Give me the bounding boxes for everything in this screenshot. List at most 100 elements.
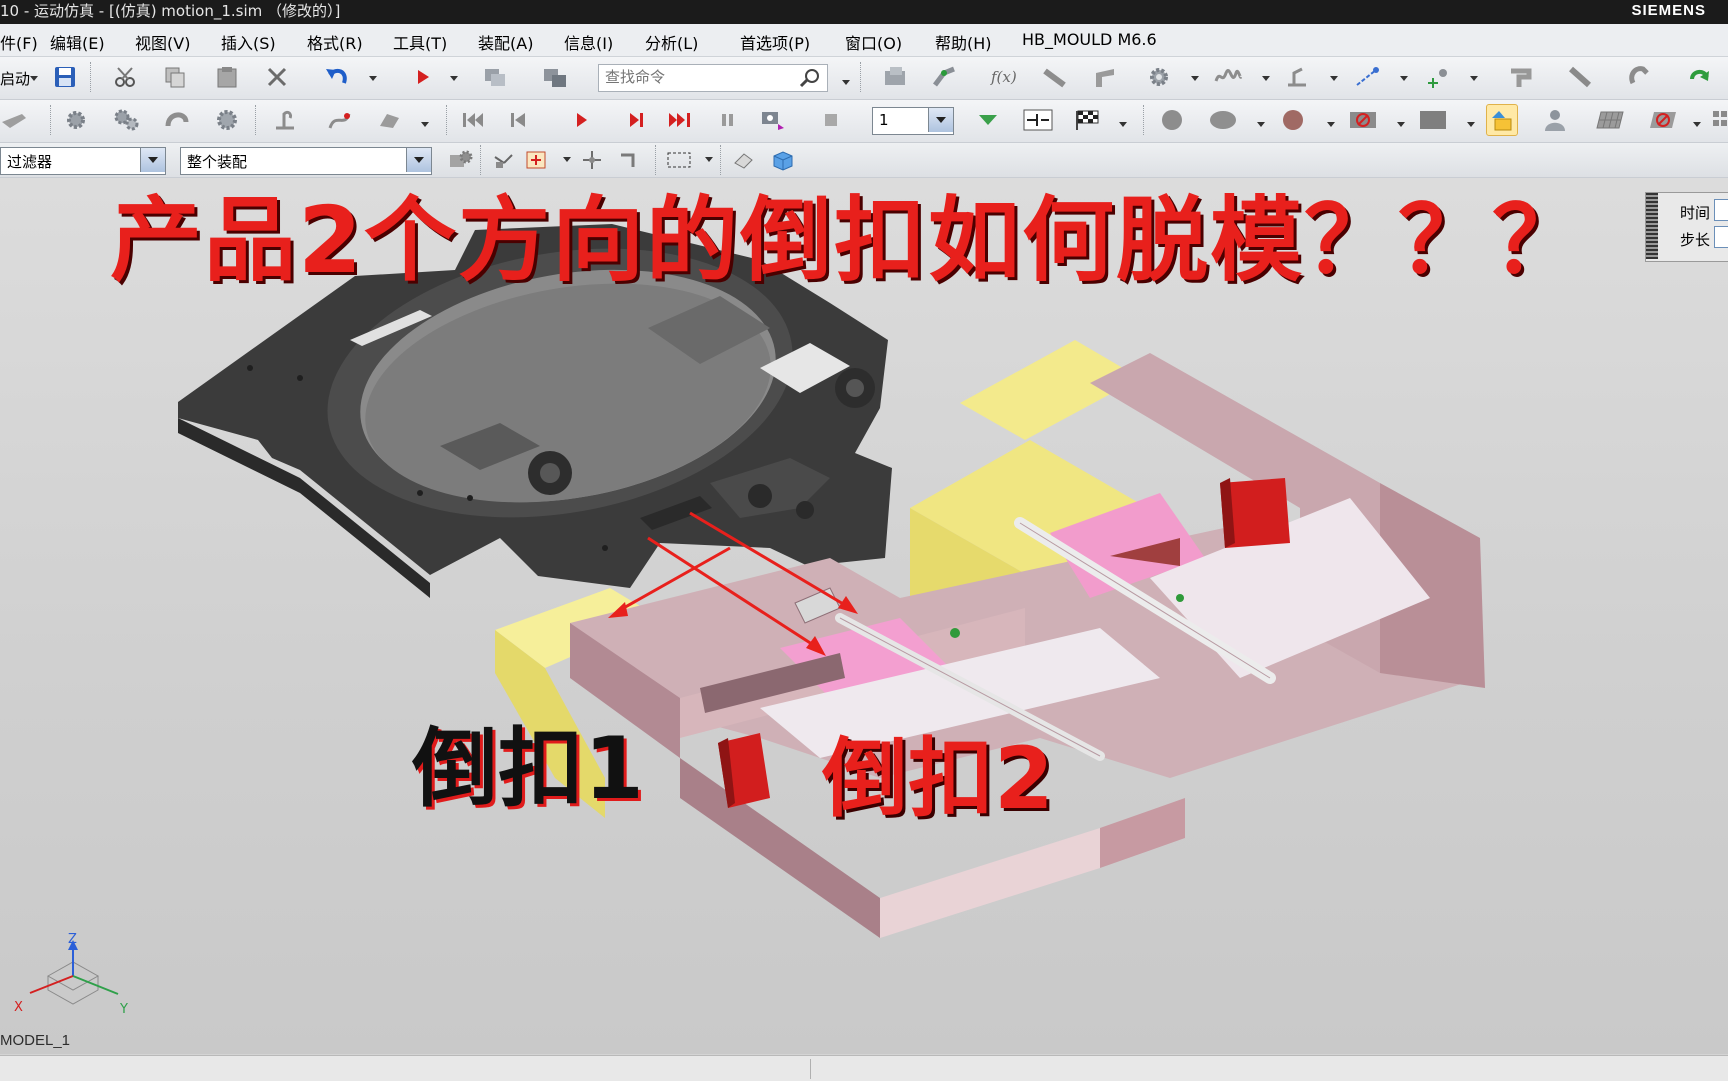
chevron-down-icon[interactable] [705,157,713,162]
chevron-down-icon[interactable] [1330,76,1338,81]
grid-plane-icon[interactable] [1595,105,1625,135]
view-triad[interactable] [29,940,119,1005]
graphics-window[interactable]: Z X Y 时间 步长 [0,178,1728,1054]
chevron-down-icon[interactable] [369,76,377,81]
step-select[interactable]: 1 [872,107,954,135]
chevron-down-icon[interactable] [1257,122,1265,127]
hide-plane-icon[interactable] [1648,105,1678,135]
menu-format[interactable]: 格式(R) [307,30,363,54]
menu-view[interactable]: 视图(V) [135,30,190,54]
chevron-down-icon[interactable] [1191,76,1199,81]
undo-icon[interactable] [322,62,352,92]
joint-icon[interactable] [930,62,960,92]
chevron-down-icon[interactable] [1693,122,1701,127]
gear-settings-icon[interactable] [212,105,242,135]
step-mode-icon[interactable] [1023,105,1053,135]
cam-icon[interactable] [162,105,192,135]
menu-bar: 件(F) 编辑(E) 视图(V) 插入(S) 格式(R) 工具(T) 装配(A)… [0,24,1728,57]
box-icon[interactable] [1418,105,1448,135]
chevron-down-icon[interactable] [1467,122,1475,127]
rotate-icon[interactable] [1625,62,1655,92]
menu-window[interactable]: 窗口(O) [845,30,902,54]
menu-insert[interactable]: 插入(S) [221,30,276,54]
chevron-down-icon[interactable] [563,157,571,162]
gear-icon[interactable] [1145,62,1175,92]
checkered-flag-icon[interactable] [1073,105,1103,135]
packaging-icon[interactable] [375,105,405,135]
play-icon[interactable] [566,105,596,135]
step-forward-icon[interactable] [621,105,651,135]
rewind-to-start-icon[interactable] [458,105,488,135]
chevron-down-icon[interactable] [30,76,38,81]
no-shade-icon[interactable] [1348,105,1378,135]
chevron-down-icon[interactable] [421,122,429,127]
chevron-down-icon[interactable] [1400,76,1408,81]
trace-icon[interactable] [270,105,300,135]
menu-help[interactable]: 帮助(H) [935,30,992,54]
menu-edit[interactable]: 编辑(E) [50,30,105,54]
copy-icon[interactable] [160,62,190,92]
user-icon[interactable] [1540,105,1570,135]
time-field[interactable] [1714,199,1728,221]
triangle-down-icon[interactable] [973,105,1003,135]
step-length-field[interactable] [1714,226,1728,248]
shade-sphere-icon[interactable] [1157,105,1187,135]
ellipse-icon[interactable] [1208,105,1238,135]
layer-icon[interactable] [540,62,570,92]
menu-analysis[interactable]: 分析(L) [645,30,698,54]
chevron-down-icon[interactable] [842,80,850,85]
chevron-down-icon[interactable] [928,108,953,132]
path-icon[interactable] [325,105,355,135]
motion-body-icon[interactable] [0,105,30,135]
search-icon[interactable] [799,68,821,92]
stop-icon[interactable] [816,105,846,135]
window-icon[interactable] [480,62,510,92]
chevron-down-icon[interactable] [1262,76,1270,81]
cut-icon[interactable] [110,62,140,92]
gears-icon[interactable] [112,105,142,135]
link-icon[interactable] [1040,62,1070,92]
command-search-input[interactable] [599,65,795,89]
fast-forward-icon[interactable] [666,105,696,135]
chevron-down-icon[interactable] [1327,122,1335,127]
function-icon[interactable]: f(x) [990,62,1020,92]
status-divider [810,1059,811,1079]
record-icon[interactable] [758,105,788,135]
chevron-down-icon[interactable] [1397,122,1405,127]
marker-icon[interactable] [1282,62,1312,92]
red-sphere-icon[interactable] [1278,105,1308,135]
point-icon[interactable] [1422,62,1452,92]
delete-icon[interactable] [262,62,292,92]
panel-grip[interactable] [1646,193,1658,259]
menu-file[interactable]: 件(F) [0,30,38,54]
spring-icon[interactable] [1213,62,1243,92]
play-icon[interactable] [408,62,438,92]
rod-icon[interactable] [1565,62,1595,92]
axis-z-label: Z [68,932,77,947]
chevron-down-icon[interactable] [1119,122,1127,127]
menu-preferences[interactable]: 首选项(P) [740,30,810,54]
more-tools-icon[interactable] [1706,105,1728,135]
pause-icon[interactable] [713,105,743,135]
gear-icon[interactable] [62,105,92,135]
highlight-icon[interactable] [1486,104,1518,136]
chevron-down-icon[interactable] [1470,76,1478,81]
paste-icon[interactable] [212,62,242,92]
menu-information[interactable]: 信息(I) [564,30,613,54]
vector-icon[interactable] [1352,62,1382,92]
step-length-label: 步长 [1680,231,1711,249]
assembly-icon[interactable] [880,62,910,92]
start-menu-button[interactable]: 启动 [0,68,30,89]
menu-tools[interactable]: 工具(T) [393,30,447,54]
menu-hb-mould[interactable]: HB_MOULD M6.6 [1022,30,1157,49]
animation-toolbar: 1 [0,100,1728,143]
toolbar-separator [90,62,93,92]
contact-icon[interactable] [1505,62,1535,92]
command-finder[interactable] [598,64,828,92]
chevron-down-icon[interactable] [450,76,458,81]
step-back-icon[interactable] [503,105,533,135]
bracket-icon[interactable] [1090,62,1120,92]
save-icon[interactable] [50,62,80,92]
menu-assembly[interactable]: 装配(A) [478,30,533,54]
refresh-icon[interactable] [1685,62,1715,92]
